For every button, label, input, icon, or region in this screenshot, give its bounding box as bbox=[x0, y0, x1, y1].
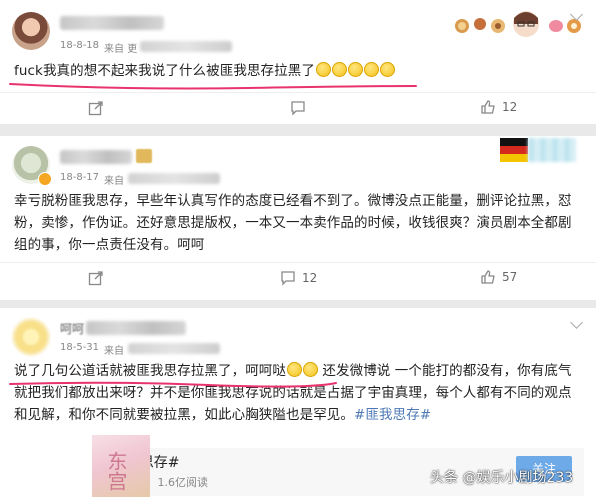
username-blurred[interactable] bbox=[60, 16, 164, 30]
like-count: 57 bbox=[502, 270, 518, 284]
comment-source: 来自 bbox=[104, 176, 124, 187]
topic-cover-text: 东宫 bbox=[104, 451, 128, 491]
share-icon bbox=[88, 271, 103, 286]
chevron-down-icon[interactable] bbox=[570, 316, 583, 329]
watermark: 头条 @娱乐小剧场233 bbox=[430, 470, 574, 486]
smile-emoji-icon bbox=[331, 62, 347, 77]
share-icon bbox=[88, 101, 103, 116]
comment-text: fuck我真的想不起来我说了什么被匪我思存拉黑了 bbox=[14, 60, 580, 82]
smile-emoji-icon bbox=[379, 62, 395, 77]
thumbs-up-icon bbox=[481, 100, 495, 114]
username-partial[interactable]: 呵呵 bbox=[60, 320, 84, 337]
comment-icon bbox=[291, 101, 305, 116]
comment-button[interactable] bbox=[290, 100, 312, 116]
sticker-decoration bbox=[452, 8, 588, 40]
comment-card-1: 18-8-18 来自 更 fuck我真的想不起来我说了什么被匪我思存拉黑了 12 bbox=[0, 0, 596, 124]
comment-source: 来自 bbox=[104, 346, 124, 357]
comment-date: 18-5-31 bbox=[60, 342, 100, 353]
comment-date: 18-8-18 bbox=[60, 40, 100, 51]
smile-emoji-icon bbox=[303, 362, 318, 377]
smile-emoji-icon bbox=[287, 362, 302, 377]
name-badge-icon bbox=[136, 149, 152, 163]
action-divider bbox=[0, 92, 596, 93]
comment-count: 12 bbox=[302, 271, 318, 285]
avatar[interactable] bbox=[12, 318, 50, 356]
thumbs-up-icon bbox=[481, 270, 495, 284]
comment-source: 来自 更 bbox=[104, 44, 138, 55]
source-blurred bbox=[128, 343, 220, 354]
smile-emoji-icon bbox=[315, 62, 331, 77]
sticker-decoration bbox=[528, 138, 576, 162]
like-button[interactable]: 57 bbox=[480, 269, 517, 285]
hashtag-link[interactable]: #匪我思存# bbox=[354, 407, 431, 423]
highlight-underline bbox=[9, 381, 337, 388]
highlight-underline bbox=[9, 83, 417, 90]
like-button[interactable]: 12 bbox=[480, 99, 517, 115]
share-button[interactable] bbox=[88, 270, 110, 286]
comment-text: 说了几句公道话就被匪我思存拉黑了，呵呵哒 还发微博说 一个能打的都没有，你有底气… bbox=[14, 362, 572, 423]
like-count: 12 bbox=[502, 100, 518, 114]
flag-decoration-icon bbox=[500, 138, 528, 162]
comment-card-2: 18-8-17 来自 幸亏脱粉匪我思存，早些年认真写作的态度已经看不到了。微博没… bbox=[0, 136, 596, 300]
smile-emoji-icon bbox=[347, 62, 363, 77]
source-blurred bbox=[140, 41, 232, 52]
share-button[interactable] bbox=[88, 100, 110, 116]
comment-button[interactable]: 12 bbox=[280, 270, 317, 286]
username-blurred[interactable] bbox=[86, 321, 186, 335]
verified-badge-icon bbox=[38, 172, 52, 186]
comment-date: 18-8-17 bbox=[60, 172, 100, 183]
comment-text: 幸亏脱粉匪我思存，早些年认真写作的态度已经看不到了。微博没点正能量，删评论拉黑，… bbox=[14, 193, 572, 253]
source-blurred bbox=[128, 173, 220, 184]
topic-cover-image: 东宫 bbox=[92, 435, 150, 497]
smile-emoji-icon bbox=[363, 62, 379, 77]
username-blurred[interactable] bbox=[60, 150, 132, 164]
comment-icon bbox=[281, 271, 295, 286]
action-divider bbox=[0, 262, 596, 263]
avatar[interactable] bbox=[12, 12, 50, 50]
